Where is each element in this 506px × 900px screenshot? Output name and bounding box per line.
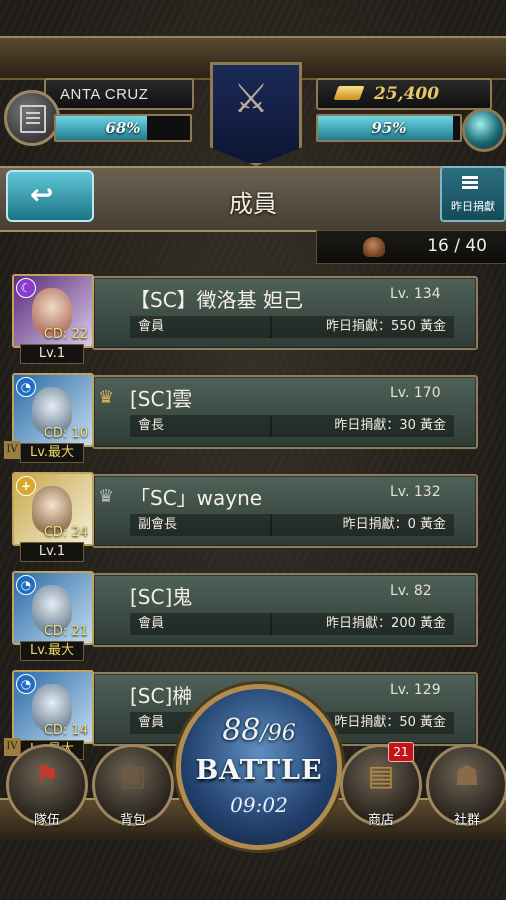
member-name: [SC]鬼 <box>130 585 193 609</box>
crossed-axes-icon: ⚔ <box>233 76 269 122</box>
battle-stamina-current: 88 <box>222 713 261 748</box>
player-name-bar: ANTA CRUZ <box>44 78 194 110</box>
element-icon: ◔ <box>16 377 36 397</box>
battle-stamina: 88/96 <box>181 713 337 748</box>
nav-backpack-label: 背包 <box>119 813 146 828</box>
yesterday-donation-label: 昨日捐獻 <box>451 200 495 213</box>
card-level: Lv.最大 <box>20 443 84 463</box>
cooldown: CD: 10 <box>43 426 88 441</box>
member-avatar[interactable]: ◔ CD: 21 <box>12 571 94 645</box>
battle-stamina-max: /96 <box>260 721 296 746</box>
member-role: 會員 <box>130 316 272 338</box>
stamina-bar: 95% <box>316 114 462 142</box>
member-avatar[interactable]: ◔ CD: 10 <box>12 373 94 447</box>
shop-badge: 21 <box>388 742 414 762</box>
nav-social-label: 社群 <box>453 813 480 828</box>
member-avatar[interactable]: ☾ CD: 22 <box>12 274 94 348</box>
element-icon: ☾ <box>16 278 36 298</box>
member-donation: 昨日捐獻：200 黃金 <box>270 613 454 635</box>
crown-icon: ♛ <box>98 387 115 408</box>
member-row[interactable]: + CD: 24 Lv.1 ♛ 「SC」wayne Lv. 132 副會長 昨日… <box>6 470 478 562</box>
nav-team-button[interactable]: ⚑ 隊伍 <box>6 744 88 828</box>
member-count-bar: 16 / 40 <box>316 230 506 264</box>
element-icon: ◔ <box>16 575 36 595</box>
battle-timer: 09:02 <box>230 793 288 817</box>
member-level: Lv. 170 <box>390 385 441 401</box>
nav-team-label: 隊伍 <box>33 813 60 828</box>
member-head-icon <box>363 237 385 257</box>
member-name: [SC]榊 <box>130 684 193 708</box>
orb-icon[interactable] <box>462 108 506 152</box>
backpack-icon: ▣ <box>119 759 147 792</box>
cooldown: CD: 14 <box>43 723 88 738</box>
nav-social-button[interactable]: ☗ 社群 <box>426 744 506 828</box>
member-count: 16 / 40 <box>427 236 487 256</box>
member-avatar[interactable]: ◔ CD: 14 <box>12 670 94 744</box>
rank-badge: IV <box>4 441 20 459</box>
member-level: Lv. 132 <box>390 484 441 500</box>
member-role: 副會長 <box>130 514 272 536</box>
member-row[interactable]: ◔ CD: 10 Lv.最大 IV ♛ [SC]雲 Lv. 170 會長 昨日捐… <box>4 371 478 463</box>
member-name: 「SC」wayne <box>130 486 263 510</box>
yesterday-donation-button[interactable]: 昨日捐獻 <box>440 166 506 222</box>
battle-button[interactable]: 88/96 BATTLE 09:02 <box>176 684 342 850</box>
gold-amount: 25,400 <box>374 84 440 104</box>
member-name: [SC]雲 <box>130 387 193 411</box>
member-level: Lv. 129 <box>390 682 441 698</box>
member-role: 會長 <box>130 415 272 437</box>
member-name: 【SC】徵洛基 妲己 <box>130 288 304 312</box>
element-icon: + <box>16 476 36 496</box>
people-icon: ☗ <box>454 759 480 792</box>
member-row[interactable]: ☾ CD: 22 Lv.1 【SC】徵洛基 妲己 Lv. 134 會員 昨日捐獻… <box>6 272 478 364</box>
member-level: Lv. 134 <box>390 286 441 302</box>
page-title: 成員 <box>229 190 277 218</box>
stamina-percent: 95% <box>371 119 407 137</box>
exp-percent: 68% <box>105 119 141 137</box>
member-donation: 昨日捐獻：30 黃金 <box>270 415 454 437</box>
bottom-nav: ⚑ 隊伍 ▣ 背包 88/96 BATTLE 09:02 ▤ 商店 21 ☗ 社… <box>0 684 506 900</box>
member-avatar[interactable]: + CD: 24 <box>12 472 94 546</box>
element-icon: ◔ <box>16 674 36 694</box>
member-level: Lv. 82 <box>390 583 432 599</box>
gold-bar-icon <box>333 86 365 100</box>
top-header: ANTA CRUZ 68% 25,400 95% ⚔ <box>0 0 506 166</box>
crown-icon: ♛ <box>98 486 115 507</box>
card-level: Lv.1 <box>20 542 84 562</box>
member-donation: 昨日捐獻：0 黃金 <box>270 514 454 536</box>
member-row[interactable]: ◔ CD: 21 Lv.最大 [SC]鬼 Lv. 82 會員 昨日捐獻：200 … <box>6 569 478 661</box>
player-name: ANTA CRUZ <box>60 86 149 103</box>
nav-backpack-button[interactable]: ▣ 背包 <box>92 744 174 828</box>
cooldown: CD: 22 <box>43 327 88 342</box>
nav-shop-label: 商店 <box>367 813 394 828</box>
exp-bar: 68% <box>54 114 192 142</box>
flag-icon: ⚑ <box>34 759 60 792</box>
treasure-chest-icon: ▤ <box>367 759 395 792</box>
card-level: Lv.最大 <box>20 641 84 661</box>
battle-label: BATTLE <box>195 755 323 786</box>
list-icon <box>462 176 478 179</box>
cooldown: CD: 24 <box>43 525 88 540</box>
guild-banner: ⚔ <box>210 62 302 166</box>
member-role: 會員 <box>130 613 272 635</box>
menu-icon[interactable] <box>4 90 60 146</box>
cooldown: CD: 21 <box>43 624 88 639</box>
gold-display: 25,400 <box>316 78 492 110</box>
card-level: Lv.1 <box>20 344 84 364</box>
member-donation: 昨日捐獻：550 黃金 <box>270 316 454 338</box>
